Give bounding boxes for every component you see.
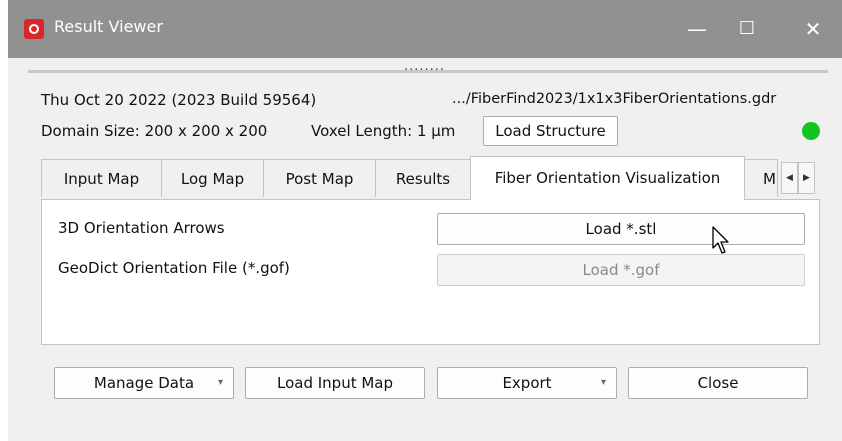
load-input-map-button[interactable]: Load Input Map bbox=[245, 367, 425, 399]
load-structure-button[interactable]: Load Structure bbox=[483, 116, 618, 146]
minimize-icon[interactable]: — bbox=[672, 10, 722, 48]
tab-results[interactable]: Results bbox=[375, 159, 471, 197]
orientation-file-label: GeoDict Orientation File (*.gof) bbox=[58, 259, 290, 277]
tab-scroll-left-icon[interactable]: ◀ bbox=[781, 162, 798, 194]
file-path-text: .../FiberFind2023/1x1x3FiberOrientations… bbox=[452, 91, 777, 107]
manage-data-button[interactable]: Manage Data ▾ bbox=[54, 367, 234, 399]
tab-input-map[interactable]: Input Map bbox=[41, 159, 162, 197]
chevron-down-icon: ▾ bbox=[217, 377, 223, 388]
chevron-down-icon: ▾ bbox=[600, 377, 606, 388]
export-label: Export bbox=[502, 374, 552, 392]
manage-data-label: Manage Data bbox=[93, 374, 195, 392]
tab-fiber-orientation-visualization[interactable]: Fiber Orientation Visualization bbox=[470, 156, 745, 200]
title-bar[interactable]: Result Viewer — ☐ ✕ bbox=[8, 0, 842, 58]
mouse-cursor-icon bbox=[712, 226, 729, 254]
maximize-icon[interactable]: ☐ bbox=[722, 10, 772, 48]
close-button[interactable]: Close bbox=[628, 367, 808, 399]
domain-size-text: Domain Size: 200 x 200 x 200 bbox=[41, 122, 268, 140]
orientation-arrows-label: 3D Orientation Arrows bbox=[58, 219, 225, 237]
close-window-icon[interactable]: ✕ bbox=[788, 10, 838, 48]
app-logo-icon bbox=[24, 19, 44, 39]
window-title: Result Viewer bbox=[54, 17, 163, 36]
date-build-text: Thu Oct 20 2022 (2023 Build 59564) bbox=[41, 91, 317, 109]
result-viewer-window: Result Viewer — ☐ ✕ ........ Thu Oct 20 … bbox=[8, 0, 842, 441]
voxel-length-text: Voxel Length: 1 µm bbox=[311, 122, 456, 140]
tab-panel: 3D Orientation Arrows Load *.stl GeoDict… bbox=[41, 199, 820, 345]
tab-more[interactable]: M bbox=[744, 159, 778, 197]
status-indicator-icon bbox=[802, 122, 820, 140]
tab-log-map[interactable]: Log Map bbox=[161, 159, 264, 197]
tab-post-map[interactable]: Post Map bbox=[263, 159, 376, 197]
load-stl-button[interactable]: Load *.stl bbox=[437, 213, 805, 245]
export-button[interactable]: Export ▾ bbox=[437, 367, 617, 399]
load-gof-button: Load *.gof bbox=[437, 254, 805, 286]
tab-scroll-right-icon[interactable]: ▶ bbox=[798, 162, 815, 194]
splitter-line[interactable] bbox=[28, 70, 828, 73]
